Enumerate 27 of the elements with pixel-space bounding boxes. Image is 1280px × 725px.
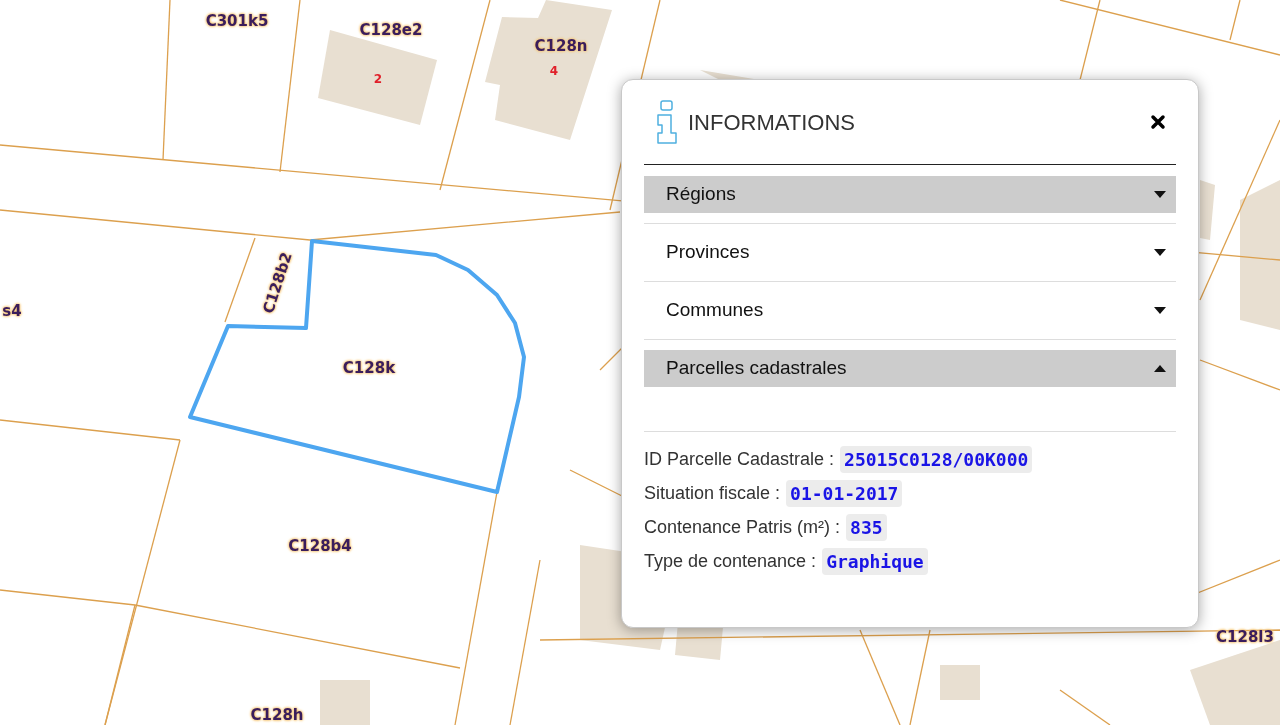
field-label: Type de contenance :	[644, 550, 817, 573]
parcel-label: s4	[2, 303, 22, 319]
field-value: 01-01-2017	[786, 480, 903, 507]
house-number: 4	[549, 65, 559, 77]
caret-up-icon	[1154, 365, 1166, 372]
parcel-label: C128e2	[359, 22, 423, 38]
parcel-label: C128b4	[288, 538, 352, 554]
close-button[interactable]	[1148, 112, 1168, 132]
caret-down-icon	[1154, 307, 1166, 314]
accordion-header[interactable]: Parcelles cadastrales	[644, 350, 1176, 387]
field-value: Graphique	[822, 548, 928, 575]
accordion-header[interactable]: Régions	[644, 176, 1176, 213]
parcel-label: C128l3	[1216, 629, 1274, 645]
parcel-label: C128h	[250, 707, 304, 723]
house-number: 2	[373, 73, 383, 85]
info-icon	[656, 100, 678, 144]
popup-title: INFORMATIONS	[688, 108, 856, 137]
field-value: 25015C0128/00K000	[840, 446, 1033, 473]
field-value: 835	[846, 514, 887, 541]
field-label: Contenance Patris (m²) :	[644, 516, 841, 539]
parcel-label: C128n	[534, 38, 588, 54]
caret-down-icon	[1154, 249, 1166, 256]
field-label: ID Parcelle Cadastrale :	[644, 448, 835, 471]
field-label: Situation fiscale :	[644, 482, 781, 505]
parcel-label: C128k	[342, 360, 396, 376]
caret-down-icon	[1154, 191, 1166, 198]
parcel-label: C301k5	[205, 13, 269, 29]
